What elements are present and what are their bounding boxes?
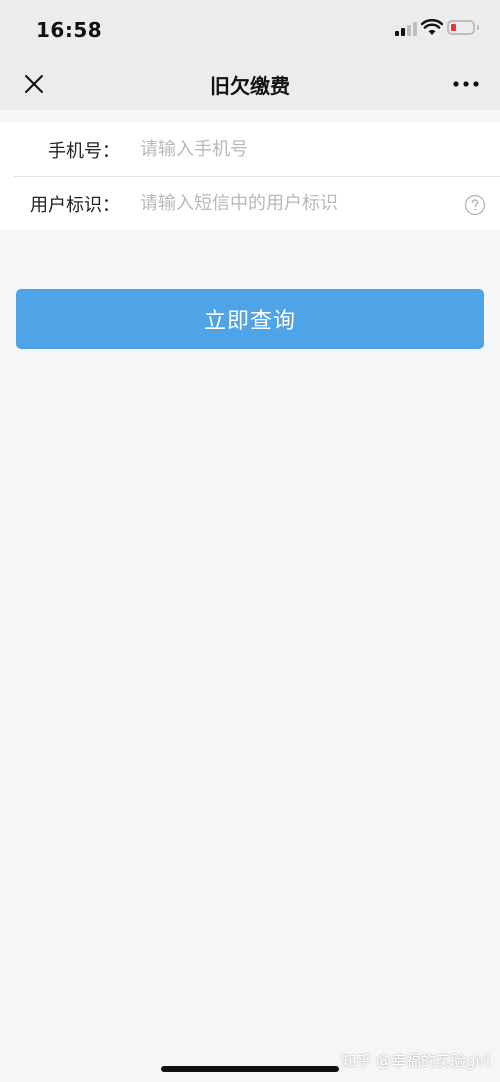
cellular-signal-icon [395,22,417,36]
phone-row: 手机号： [0,122,500,176]
battery-nub [477,25,479,30]
query-form: 手机号： 用户标识： [0,122,500,230]
home-indicator[interactable] [161,1066,339,1072]
battery-low-icon [447,20,475,35]
page-title: 旧欠缴费 [210,74,290,98]
user-id-row: 用户标识： [0,176,500,230]
status-time: 16:58 [36,18,103,42]
question-circle-icon[interactable] [464,194,486,216]
phone-input[interactable] [140,131,458,167]
user-id-input[interactable] [140,185,458,221]
status-bar: 16:58 [0,0,500,58]
phone-label: 手机号： [48,141,120,162]
nav-bar: 旧欠缴费 [0,58,500,110]
query-button[interactable]: 立即查询 [16,289,484,349]
battery-level [451,24,456,31]
more-dots-icon[interactable] [448,74,484,94]
user-id-label: 用户标识： [30,195,120,216]
watermark: 知乎 @幸福的实验girl [341,1052,490,1070]
wifi-icon [421,19,443,35]
